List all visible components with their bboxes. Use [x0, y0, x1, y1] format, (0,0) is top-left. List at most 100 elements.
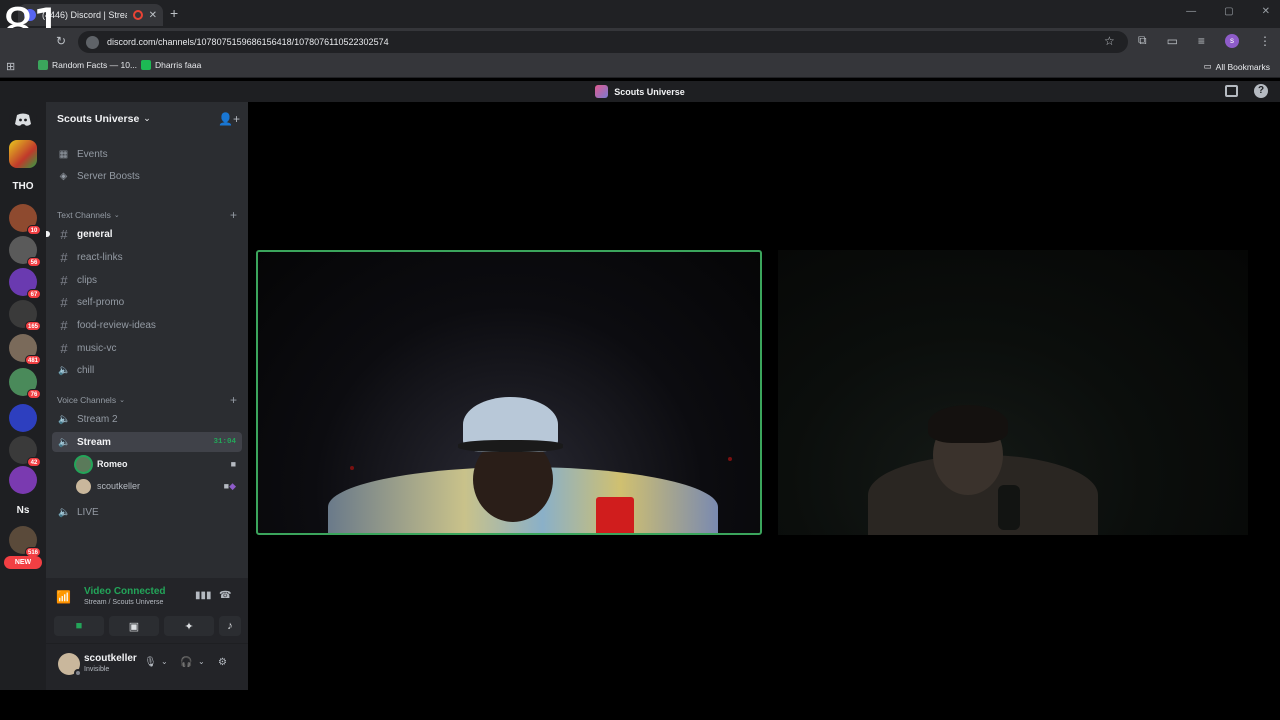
- text-channel-icon: #: [60, 226, 68, 242]
- add-channel-icon[interactable]: +: [230, 393, 237, 407]
- channel-react-links[interactable]: # react-links: [52, 247, 242, 267]
- cast-icon[interactable]: ▭: [1167, 34, 1178, 48]
- category-label: Text Channels: [57, 210, 111, 220]
- username[interactable]: scoutkeller: [84, 653, 137, 664]
- channel-name: clips: [77, 274, 98, 286]
- server-icon[interactable]: 67: [9, 268, 41, 299]
- voice-status[interactable]: Video Connected: [84, 586, 166, 597]
- server-boosts-label: Server Boosts: [77, 170, 140, 182]
- server-header[interactable]: Scouts Universe ⌄ 👤+: [46, 102, 248, 135]
- bookmark-item[interactable]: Random Facts — 10...: [38, 60, 137, 70]
- apps-grid-icon[interactable]: ⊞: [6, 60, 15, 73]
- connection-signal-icon[interactable]: 📶: [56, 590, 71, 604]
- add-channel-icon[interactable]: +: [230, 208, 237, 222]
- recording-icon: [132, 10, 143, 20]
- voice-user-scoutkeller[interactable]: scoutkeller ■◆: [76, 476, 242, 496]
- channel-self-promo[interactable]: # self-promo: [52, 292, 242, 312]
- speaker-icon: 🔈: [58, 506, 71, 518]
- chevron-down-icon[interactable]: ⌄: [198, 657, 205, 666]
- server-icon[interactable]: Ns: [9, 496, 37, 524]
- channel-clips[interactable]: # clips: [52, 270, 242, 290]
- server-rail: THO 10 56 67 165 481 76 42 Ns 516 NEW: [0, 102, 46, 690]
- new-tab-icon[interactable]: +: [170, 5, 178, 21]
- server-icon[interactable]: 76: [9, 368, 41, 399]
- server-icon[interactable]: THO: [9, 172, 37, 200]
- channel-name: general: [77, 228, 113, 240]
- bookmark-star-icon[interactable]: ☆: [1104, 34, 1115, 48]
- server-icon[interactable]: 10: [9, 204, 41, 235]
- discord-home-icon[interactable]: [9, 106, 37, 134]
- help-icon[interactable]: ?: [1254, 84, 1268, 98]
- voice-channels-category[interactable]: Voice Channels ⌄ +: [57, 393, 237, 407]
- chevron-down-icon: ⌄: [143, 113, 151, 123]
- channel-chill[interactable]: 🔈 chill: [52, 360, 242, 380]
- background-light: [728, 457, 732, 461]
- bookmark-item[interactable]: Dharris faaa: [141, 60, 201, 70]
- server-boosts-item[interactable]: ◈ Server Boosts: [58, 167, 140, 185]
- inbox-icon[interactable]: [1225, 85, 1238, 97]
- chevron-down-icon: ⌄: [119, 397, 125, 404]
- server-icon[interactable]: 165: [9, 300, 41, 331]
- text-channels-category[interactable]: Text Channels ⌄ +: [57, 208, 237, 222]
- bookmark-label: Random Facts — 10...: [52, 60, 138, 70]
- server-icon[interactable]: [9, 404, 37, 432]
- channel-name: music-vc: [77, 342, 117, 354]
- discord-title-bar: Scouts Universe ?: [0, 81, 1280, 102]
- status-indicator: [74, 669, 82, 677]
- mention-badge: 76: [27, 389, 41, 399]
- tab-close-icon[interactable]: ✕: [149, 10, 157, 21]
- profile-avatar[interactable]: s: [1224, 33, 1239, 48]
- browser-menu-icon[interactable]: ⋮: [1259, 34, 1271, 48]
- text-channel-icon: #: [60, 317, 68, 333]
- disconnect-icon[interactable]: ☎: [219, 590, 231, 601]
- channel-food-review-ideas[interactable]: # food-review-ideas: [52, 315, 242, 335]
- server-icon[interactable]: 56: [9, 236, 41, 267]
- text-channel-icon: #: [60, 272, 68, 288]
- toolbar-icons: ⧉ ▭ ≡ s ⋮: [1138, 33, 1271, 48]
- server-icon[interactable]: [9, 466, 37, 494]
- all-bookmarks[interactable]: ▭ All Bookmarks: [1204, 61, 1270, 72]
- channel-name: food-review-ideas: [77, 319, 156, 331]
- screen-share-button[interactable]: ▣: [109, 616, 159, 636]
- video-tile-speaking[interactable]: [256, 250, 762, 535]
- reload-icon[interactable]: ↻: [56, 34, 66, 48]
- microphone-icon[interactable]: 🎙: [144, 657, 157, 668]
- server-icon[interactable]: 516: [9, 526, 41, 557]
- unread-indicator: [46, 231, 50, 237]
- channel-name: self-promo: [77, 296, 125, 308]
- voice-channel-live[interactable]: 🔈 LIVE: [52, 502, 242, 522]
- media-control-icon[interactable]: ≡: [1198, 34, 1205, 48]
- soundboard-button[interactable]: ♪: [219, 616, 241, 636]
- voice-location[interactable]: Stream / Scouts Universe: [84, 599, 163, 606]
- window-close-icon[interactable]: ✕: [1262, 6, 1270, 17]
- camera-button[interactable]: ■: [54, 616, 104, 636]
- voice-channel-stream[interactable]: 🔈 Stream 31:04: [52, 432, 242, 452]
- chevron-down-icon: ⌄: [113, 212, 120, 219]
- video-tile[interactable]: [778, 250, 1248, 535]
- person-hair: [928, 405, 1008, 443]
- server-icon[interactable]: [9, 140, 37, 168]
- settings-gear-icon[interactable]: ⚙: [218, 657, 227, 668]
- headphones-icon[interactable]: 🎧: [180, 657, 192, 668]
- channel-music-vc[interactable]: # music-vc: [52, 338, 242, 358]
- activities-button[interactable]: ✦: [164, 616, 214, 636]
- server-icon[interactable]: 481: [9, 334, 41, 365]
- minimize-icon[interactable]: —: [1186, 6, 1196, 17]
- video-stage: [250, 102, 1280, 690]
- events-item[interactable]: ▦ Events: [58, 145, 108, 163]
- voice-channel-stream-2[interactable]: 🔈 Stream 2: [52, 409, 242, 429]
- server-icon[interactable]: 42: [9, 436, 41, 467]
- red-microphone: [596, 497, 634, 533]
- chevron-down-icon[interactable]: ⌄: [161, 657, 168, 666]
- extensions-icon[interactable]: ⧉: [1138, 33, 1147, 48]
- noise-suppression-icon[interactable]: ▮▮▮: [195, 590, 212, 601]
- url-field[interactable]: discord.com/channels/1078075159686156418…: [78, 31, 1128, 53]
- bookmark-favicon-icon: [38, 60, 48, 70]
- voice-user-name: scoutkeller: [97, 481, 141, 491]
- maximize-icon[interactable]: ▢: [1224, 6, 1233, 17]
- invite-people-icon[interactable]: 👤+: [218, 112, 240, 126]
- voice-user-romeo[interactable]: Romeo ■: [76, 454, 242, 474]
- channel-general[interactable]: # general: [46, 224, 242, 244]
- site-info-icon[interactable]: [86, 35, 99, 49]
- text-channel-icon: #: [60, 294, 68, 310]
